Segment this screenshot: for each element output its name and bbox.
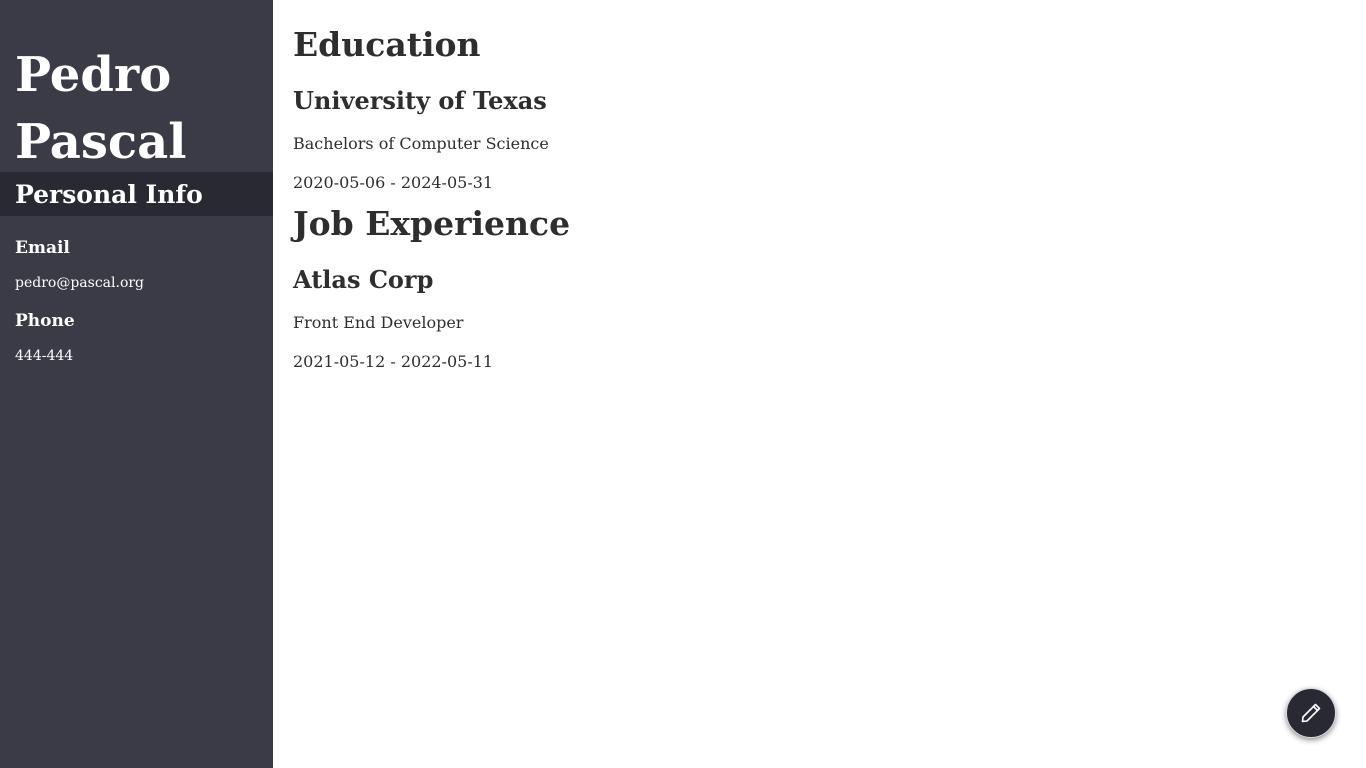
education-heading: Education — [293, 25, 481, 64]
profile-last-name: Pascal — [15, 114, 187, 170]
education-dates: 2020-05-06 - 2024-05-31 — [293, 173, 494, 192]
phone-value: 444-444 — [15, 348, 74, 364]
pencil-icon — [1299, 701, 1323, 725]
personal-info-block: Email pedro@pascal.org Phone 444-444 — [0, 216, 273, 366]
main-content: Education University of Texas Bachelors … — [273, 0, 1366, 768]
email-value: pedro@pascal.org — [15, 275, 145, 291]
phone-label: Phone — [15, 311, 75, 331]
personal-info-heading: Personal Info — [0, 172, 273, 216]
edit-button[interactable] — [1286, 688, 1336, 738]
email-label: Email — [15, 238, 70, 258]
education-institution: University of Texas — [293, 86, 547, 115]
job-title: Front End Developer — [293, 313, 464, 332]
education-degree: Bachelors of Computer Science — [293, 134, 549, 153]
job-experience-heading: Job Experience — [293, 204, 571, 243]
job-entry: Atlas Corp Front End Developer 2021-05-1… — [293, 244, 1346, 373]
job-company: Atlas Corp — [293, 265, 434, 294]
resume-app: Pedro Pascal Personal Info Email pedro@p… — [0, 0, 1366, 768]
education-entry: University of Texas Bachelors of Compute… — [293, 65, 1346, 194]
profile-name: Pedro Pascal — [0, 0, 273, 172]
job-dates: 2021-05-12 - 2022-05-11 — [293, 352, 494, 371]
profile-first-name: Pedro — [15, 47, 172, 103]
sidebar: Pedro Pascal Personal Info Email pedro@p… — [0, 0, 273, 768]
